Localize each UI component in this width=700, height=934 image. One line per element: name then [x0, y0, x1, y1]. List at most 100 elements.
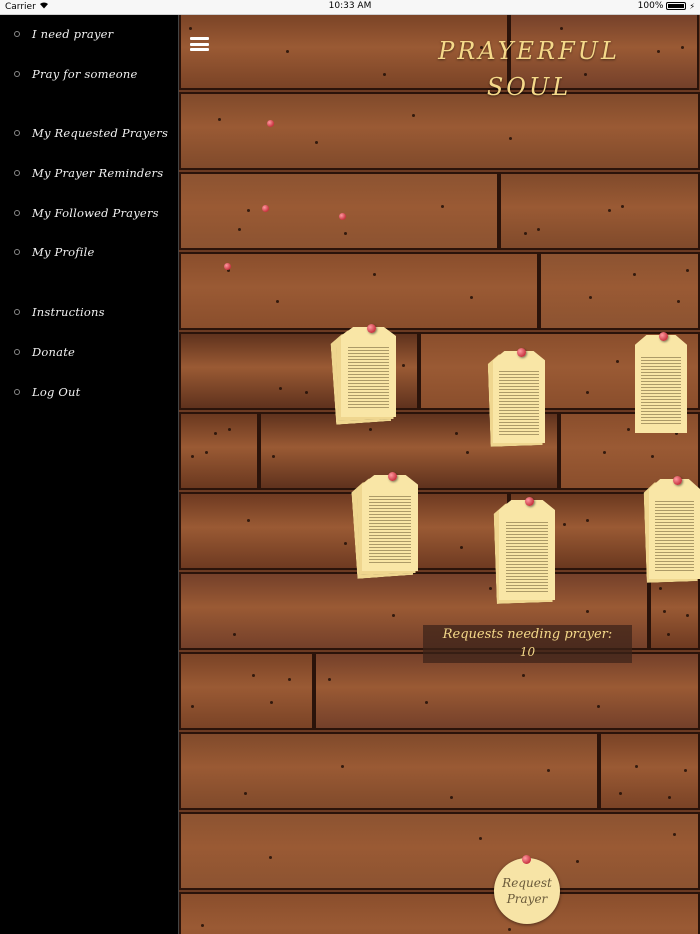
wood-knot	[191, 705, 194, 708]
wood-knot	[635, 765, 638, 768]
prayer-request-note[interactable]	[341, 324, 396, 417]
prayer-board: PRAYERFUL SOUL Requests needing prayer: …	[179, 15, 700, 934]
wood-knot	[341, 765, 344, 768]
wood-knot	[563, 523, 566, 526]
wood-knot	[455, 432, 458, 435]
wood-knot	[412, 114, 415, 117]
bullet-icon	[14, 389, 20, 395]
prayer-request-note[interactable]	[635, 332, 687, 433]
wood-knot	[272, 455, 275, 458]
wood-knot	[686, 614, 689, 617]
wood-knot	[603, 451, 606, 454]
sidebar-item-my-requested-prayers[interactable]: My Requested Prayers	[0, 119, 178, 147]
sidebar-item-my-profile[interactable]: My Profile	[0, 238, 178, 266]
prayer-request-note[interactable]	[362, 472, 418, 571]
sidebar-item-label: Pray for someone	[32, 67, 138, 81]
note-text-lines	[347, 346, 390, 410]
sidebar-item-my-prayer-reminders[interactable]: My Prayer Reminders	[0, 159, 178, 187]
wood-knot	[466, 451, 469, 454]
wood-knot	[659, 587, 662, 590]
pin-icon	[517, 348, 526, 357]
wood-knot	[402, 364, 405, 367]
wood-knot	[247, 209, 250, 212]
wood-knot	[509, 137, 512, 140]
wood-plank	[179, 492, 509, 570]
wood-plank	[179, 732, 599, 810]
wood-knot	[524, 232, 527, 235]
prayer-request-note[interactable]	[649, 476, 700, 579]
wood-knot	[369, 428, 372, 431]
wood-knot	[276, 300, 279, 303]
wood-plank	[314, 652, 700, 730]
note-text-lines	[368, 496, 412, 564]
wood-knot	[537, 228, 540, 231]
sidebar-item-pray-for-someone[interactable]: Pray for someone	[0, 60, 178, 88]
wood-knot	[328, 678, 331, 681]
wood-knot	[586, 610, 589, 613]
sidebar-item-label: My Prayer Reminders	[32, 166, 164, 180]
wood-plank	[499, 172, 700, 250]
wood-knot	[392, 614, 395, 617]
menu-toggle-icon[interactable]	[190, 37, 209, 51]
request-prayer-label: Request Prayer	[502, 876, 552, 906]
battery-percent: 100%	[637, 1, 664, 11]
sidebar-item-donate[interactable]: Donate	[0, 338, 178, 366]
note-paper	[493, 351, 545, 443]
app-title: PRAYERFUL SOUL	[429, 33, 629, 105]
sidebar-item-i-need-prayer[interactable]: I need prayer	[0, 20, 178, 48]
wood-plank	[539, 252, 700, 330]
bullet-icon	[14, 31, 20, 37]
sidebar-item-label: My Followed Prayers	[32, 206, 159, 220]
bullet-icon	[14, 249, 20, 255]
wood-knot	[279, 387, 282, 390]
sidebar-item-label: Instructions	[32, 305, 105, 319]
wood-knot	[344, 232, 347, 235]
prayer-request-note[interactable]	[493, 348, 545, 443]
pin-icon	[525, 497, 534, 506]
sidebar-item-label: Donate	[32, 345, 76, 359]
request-prayer-button[interactable]: Request Prayer	[494, 855, 560, 924]
wood-knot	[489, 587, 492, 590]
note-text-lines	[641, 356, 681, 426]
wood-plank	[179, 412, 259, 490]
wood-knot	[673, 833, 676, 836]
wood-knot	[608, 209, 611, 212]
sidebar-item-log-out[interactable]: Log Out	[0, 378, 178, 406]
wood-plank	[179, 252, 539, 330]
wood-knot	[205, 451, 208, 454]
requests-count: 10	[519, 645, 536, 659]
sidebar-item-instructions[interactable]: Instructions	[0, 298, 178, 326]
wood-knot	[238, 228, 241, 231]
wood-knot	[576, 860, 579, 863]
wood-knot	[586, 391, 589, 394]
note-paper	[499, 500, 555, 600]
bullet-icon	[14, 349, 20, 355]
status-time: 10:33 AM	[328, 1, 372, 11]
bullet-icon	[14, 309, 20, 315]
wood-knot	[218, 118, 221, 121]
wood-knot	[619, 792, 622, 795]
battery-group: 100% ⚡	[638, 1, 695, 11]
pin-icon	[659, 332, 668, 341]
wood-knot	[228, 428, 231, 431]
wood-knot	[233, 633, 236, 636]
wood-knot	[191, 455, 194, 458]
wood-knot	[214, 432, 217, 435]
bullet-icon	[14, 170, 20, 176]
pin-icon	[224, 263, 231, 270]
wood-plank	[179, 892, 700, 934]
wood-knot	[460, 546, 463, 549]
wood-knot	[522, 674, 525, 677]
note-paper	[635, 335, 687, 433]
sidebar-item-my-followed-prayers[interactable]: My Followed Prayers	[0, 199, 178, 227]
wood-knot	[668, 796, 671, 799]
prayer-request-note[interactable]	[499, 497, 555, 600]
wood-knot	[677, 300, 680, 303]
note-text-lines	[505, 522, 549, 592]
wood-knot	[252, 674, 255, 677]
charging-icon: ⚡	[689, 1, 695, 11]
wood-knot	[657, 50, 660, 53]
pin-icon	[672, 476, 682, 485]
pin-icon	[262, 205, 269, 212]
battery-icon	[666, 2, 687, 10]
